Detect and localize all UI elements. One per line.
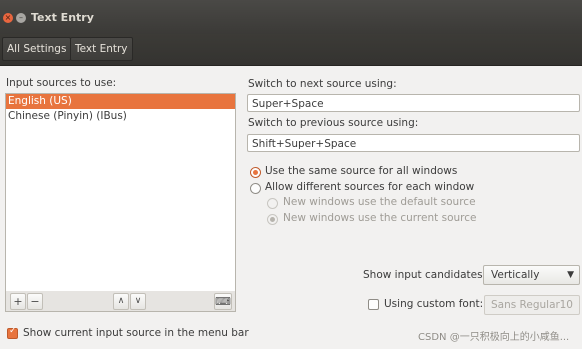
prev-source-shortcut-field[interactable]: Shift+Super+Space xyxy=(247,134,580,152)
custom-font-label: Using custom font: xyxy=(384,298,484,310)
move-up-button[interactable]: ∧ xyxy=(113,293,129,310)
keyboard-icon[interactable]: ⌨ xyxy=(214,293,232,310)
font-name: Sans Regular xyxy=(491,299,560,311)
text-entry-button[interactable]: Text Entry xyxy=(70,37,133,61)
window-title: Text Entry xyxy=(31,11,94,24)
chevron-down-icon: ▼ xyxy=(567,270,574,280)
toolbar: All Settings Text Entry xyxy=(0,34,582,66)
watermark: CSDN @一只积极向上的小咸鱼... xyxy=(418,332,570,343)
input-sources-heading: Input sources to use: xyxy=(6,77,117,89)
list-item[interactable]: English (US) xyxy=(6,94,235,109)
candidates-dropdown[interactable]: Vertically ▼ xyxy=(483,265,580,285)
menu-bar-checkbox[interactable] xyxy=(7,326,18,339)
list-item[interactable]: Chinese (Pinyin) (IBus) xyxy=(6,109,235,124)
different-sources-label: Allow different sources for each window xyxy=(265,181,475,193)
menu-bar-label: Show current input source in the menu ba… xyxy=(23,327,249,339)
new-current-radio[interactable] xyxy=(267,214,278,225)
next-source-label: Switch to next source using: xyxy=(248,78,397,90)
different-sources-radio[interactable] xyxy=(250,183,261,194)
input-sources-list: English (US) Chinese (Pinyin) (IBus) xyxy=(5,93,236,292)
minimize-icon[interactable]: – xyxy=(16,13,26,23)
same-source-label: Use the same source for all windows xyxy=(265,165,458,177)
next-source-shortcut-field[interactable]: Super+Space xyxy=(247,94,580,112)
custom-font-checkbox[interactable] xyxy=(368,299,379,310)
font-picker-button[interactable]: Sans Regular 10 xyxy=(484,295,580,315)
remove-source-button[interactable]: − xyxy=(27,293,43,310)
all-settings-button[interactable]: All Settings xyxy=(2,37,72,61)
same-source-radio[interactable] xyxy=(250,167,261,178)
title-bar: × – Text Entry xyxy=(0,0,582,34)
move-down-button[interactable]: ∨ xyxy=(130,293,146,310)
candidates-label: Show input candidates: xyxy=(363,269,487,281)
close-icon[interactable]: × xyxy=(3,13,13,23)
new-default-radio[interactable] xyxy=(267,198,278,209)
candidates-value: Vertically xyxy=(491,269,540,281)
input-sources-toolbar: + − ∧ ∨ ⌨ xyxy=(5,291,236,312)
new-default-label: New windows use the default source xyxy=(283,196,476,208)
prev-source-label: Switch to previous source using: xyxy=(248,117,419,129)
add-source-button[interactable]: + xyxy=(10,293,26,310)
font-size: 10 xyxy=(559,299,573,311)
new-current-label: New windows use the current source xyxy=(283,212,477,224)
